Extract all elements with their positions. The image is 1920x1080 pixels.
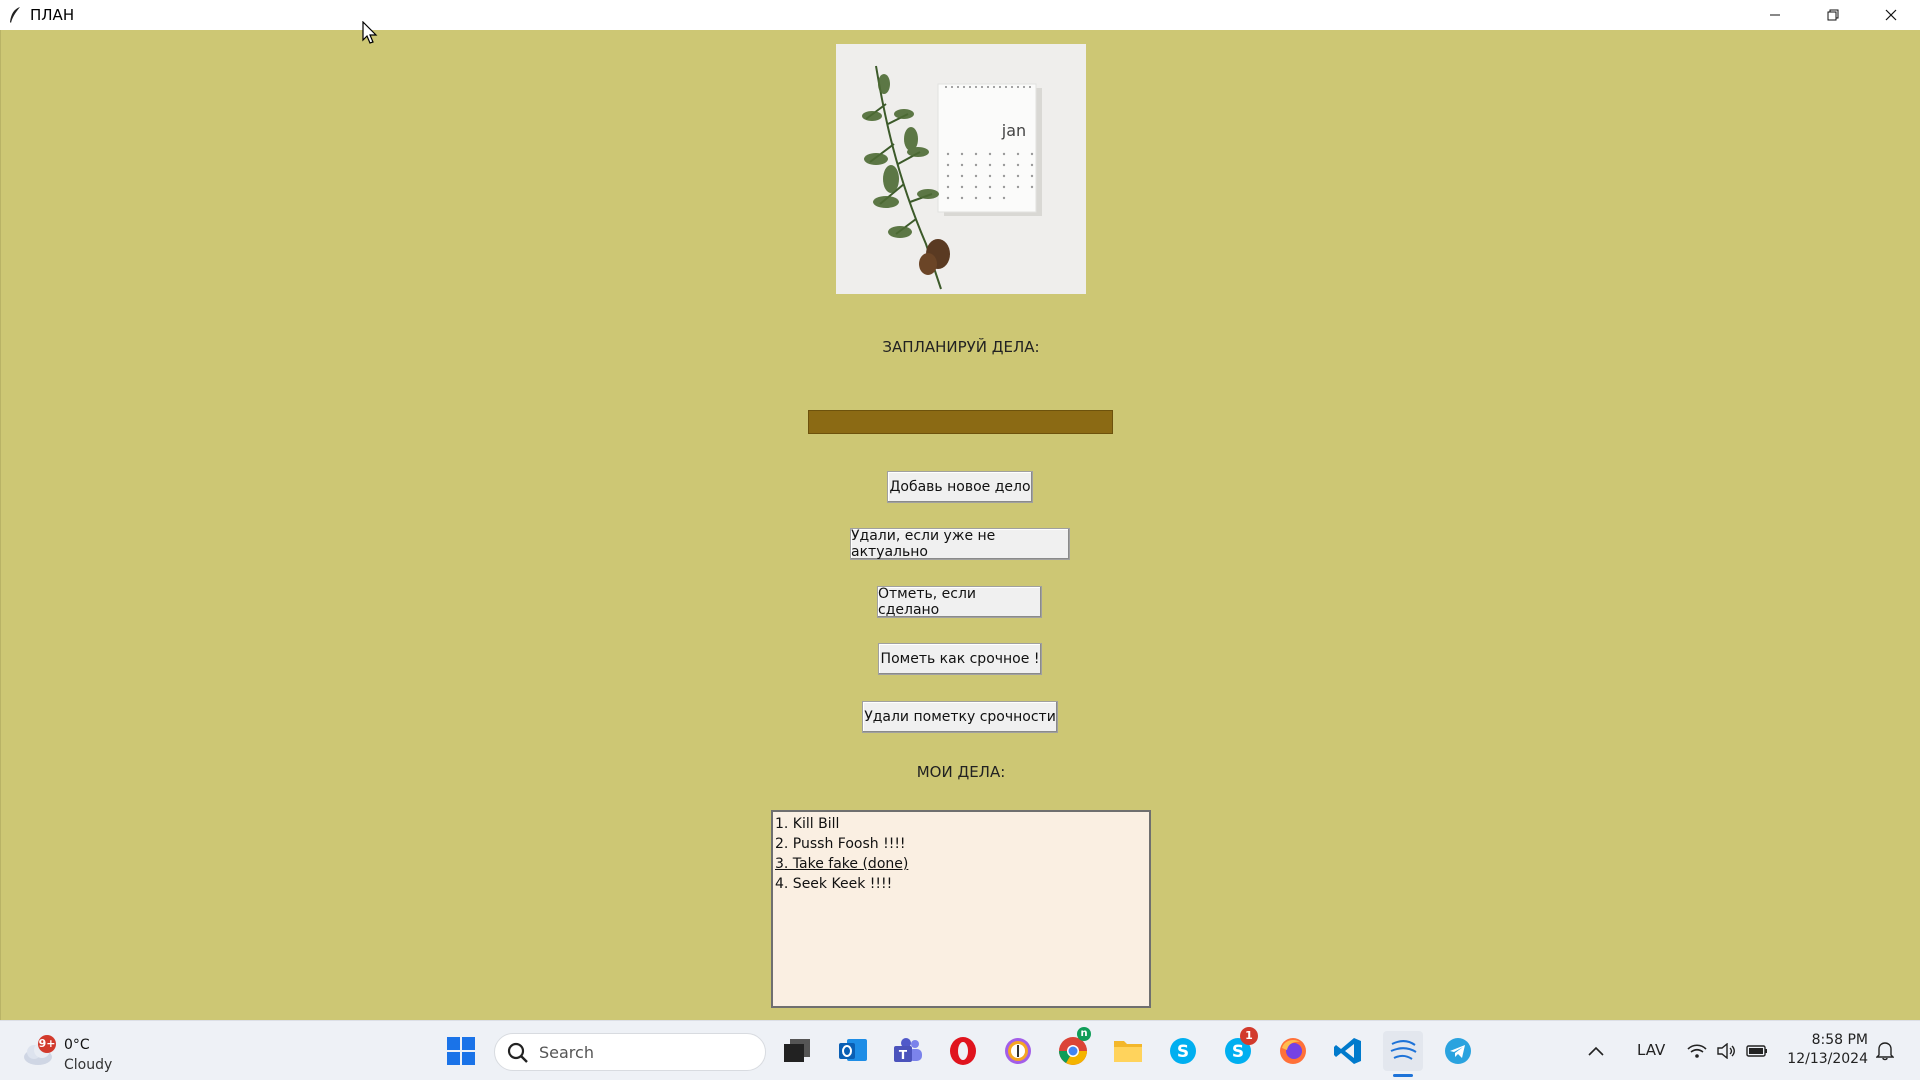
outlook-app[interactable] — [833, 1031, 873, 1071]
svg-text:S: S — [1232, 1042, 1244, 1062]
plan-heading: ЗАПЛАНИРУЙ ДЕЛА: — [882, 338, 1040, 356]
minimize-button[interactable] — [1746, 0, 1804, 30]
skype-app-2[interactable]: S 1 — [1218, 1027, 1258, 1071]
skype-icon: S — [1170, 1038, 1196, 1064]
search-placeholder: Search — [539, 1043, 594, 1062]
teams-app[interactable]: T — [888, 1031, 928, 1071]
list-item[interactable]: 2. Pussh Foosh !!!! — [775, 834, 1147, 854]
telegram-icon — [1445, 1038, 1471, 1064]
add-task-button[interactable]: Добавь новое дело — [887, 471, 1033, 503]
tasks-listbox[interactable]: 1. Kill Bill 2. Pussh Foosh !!!! 3. Take… — [771, 810, 1151, 1008]
mark-urgent-button[interactable]: Пометь как срочное ! — [878, 643, 1042, 675]
browser-icon — [1005, 1038, 1031, 1064]
clock-time: 8:58 PM — [1811, 1032, 1868, 1048]
taskbar: 9+ 0°C Cloudy Search T n S S 1 LAV 8:58 … — [0, 1020, 1920, 1080]
file-explorer-app[interactable] — [1108, 1031, 1148, 1071]
telegram-app[interactable] — [1438, 1031, 1478, 1071]
firefox-app[interactable] — [1273, 1031, 1313, 1071]
battery-button[interactable] — [1744, 1031, 1770, 1071]
weather-widget[interactable]: 9+ 0°C Cloudy — [20, 1029, 130, 1073]
restore-icon — [1827, 9, 1839, 21]
list-item[interactable]: 3. Take fake (done) — [775, 854, 1147, 874]
firefox-icon — [1280, 1038, 1306, 1064]
minimize-icon — [1770, 14, 1780, 16]
mouse-cursor-icon — [362, 20, 378, 49]
speaker-icon — [1717, 1043, 1735, 1059]
tray-overflow-button[interactable] — [1583, 1031, 1609, 1071]
skype-app[interactable]: S — [1163, 1031, 1203, 1071]
close-button[interactable] — [1862, 0, 1920, 30]
chevron-up-icon — [1588, 1046, 1604, 1056]
task-view-button[interactable] — [777, 1031, 817, 1071]
weather-temp: 0°C — [64, 1037, 90, 1053]
mark-done-button[interactable]: Отметь, если сделано — [877, 586, 1042, 618]
language-indicator[interactable]: LAV — [1637, 1041, 1665, 1059]
active-indicator — [1393, 1074, 1413, 1077]
opera-gx-app[interactable] — [998, 1031, 1038, 1071]
python-app-active[interactable] — [1383, 1031, 1423, 1077]
vscode-app[interactable] — [1328, 1031, 1368, 1071]
start-button[interactable] — [441, 1031, 481, 1071]
search-icon — [507, 1042, 528, 1063]
clock-date: 12/13/2024 — [1787, 1051, 1868, 1067]
delete-task-button[interactable]: Удали, если уже не актуально — [850, 528, 1070, 560]
app-window: jan ЗАПЛАНИРУЙ ДЕЛА: Добавь новое дело У… — [0, 30, 1920, 1020]
task-input[interactable] — [808, 410, 1113, 434]
weather-desc: Cloudy — [64, 1057, 113, 1073]
battery-icon — [1746, 1045, 1767, 1057]
outlook-icon — [839, 1039, 867, 1061]
wifi-button[interactable] — [1684, 1031, 1710, 1071]
calendar-photo: jan — [836, 44, 1086, 294]
volume-button[interactable] — [1714, 1031, 1740, 1071]
vscode-icon — [1334, 1038, 1361, 1064]
notifications-button[interactable] — [1872, 1031, 1898, 1071]
windows-icon — [447, 1037, 475, 1065]
taskbar-search[interactable]: Search — [494, 1033, 766, 1071]
feather-icon — [0, 0, 30, 30]
opera-app[interactable] — [943, 1031, 983, 1071]
teams-icon: T — [894, 1038, 922, 1062]
wifi-icon — [1687, 1044, 1707, 1058]
title-bar: ПЛАН — [0, 0, 1920, 30]
restore-button[interactable] — [1804, 0, 1862, 30]
window-title: ПЛАН — [30, 6, 75, 24]
clock[interactable]: 8:58 PM 12/13/2024 — [1787, 1031, 1868, 1069]
tasks-heading: МОИ ДЕЛА: — [916, 763, 1006, 781]
svg-text:S: S — [1177, 1042, 1189, 1062]
svg-text:T: T — [899, 1048, 908, 1062]
opera-icon — [950, 1037, 976, 1065]
skype-badge: 1 — [1240, 1027, 1258, 1045]
window-controls — [1746, 0, 1920, 30]
weather-badge: 9+ — [38, 1035, 56, 1053]
list-item[interactable]: 4. Seek Keek !!!! — [775, 874, 1147, 894]
chrome-app[interactable]: n — [1053, 1027, 1093, 1071]
folder-icon — [1114, 1041, 1142, 1062]
bell-icon — [1876, 1042, 1894, 1061]
close-icon — [1885, 9, 1897, 21]
chrome-badge: n — [1077, 1027, 1091, 1041]
list-item[interactable]: 1. Kill Bill — [775, 814, 1147, 834]
svg-text:jan: jan — [1001, 121, 1026, 140]
feather-icon — [1390, 1040, 1417, 1060]
task-view-icon — [784, 1039, 810, 1062]
unmark-urgent-button[interactable]: Удали пометку срочности — [862, 701, 1058, 733]
